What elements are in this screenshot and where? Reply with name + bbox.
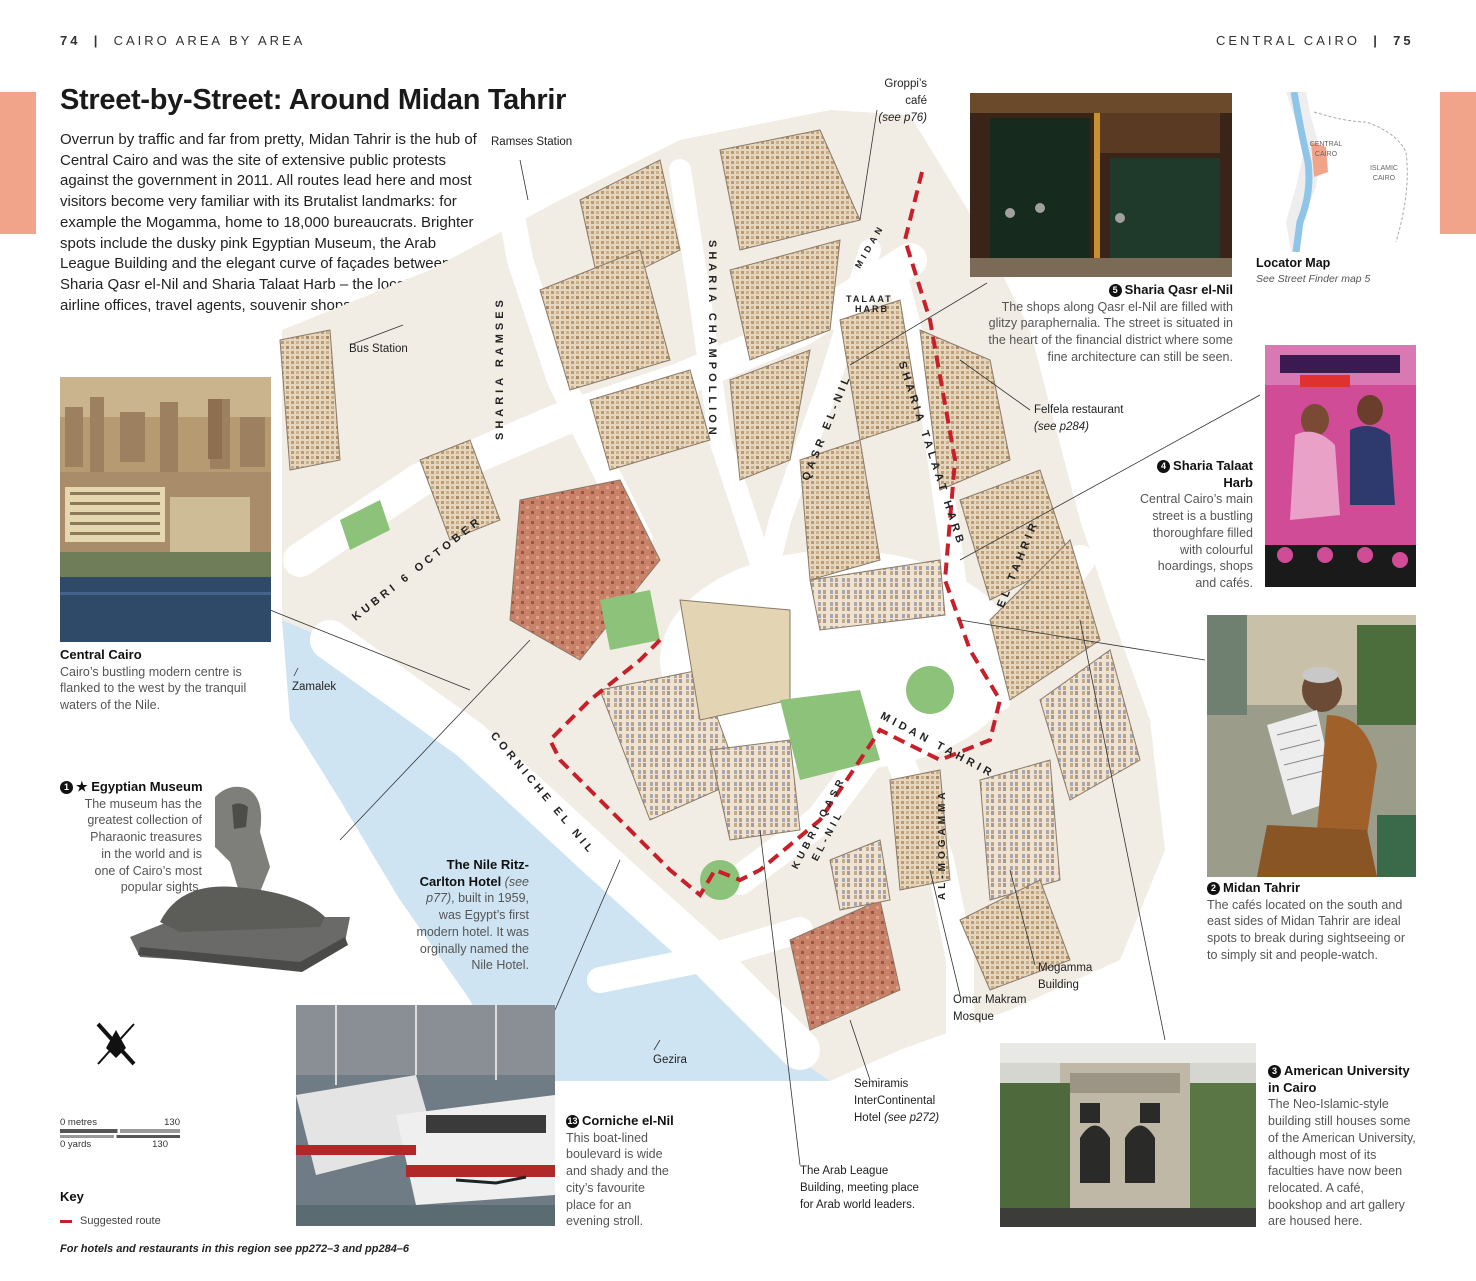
american-university-photo xyxy=(1000,1043,1256,1227)
locator-label-central: CENTRAL CAIRO xyxy=(1309,141,1343,158)
label-omar-makram: Omar Makram Mosque xyxy=(953,994,1027,1023)
label-arab-league: The Arab League Building, meeting place … xyxy=(800,1165,919,1211)
corniche-boats-photo xyxy=(296,1005,555,1226)
central-cairo-photo xyxy=(60,377,271,642)
street-label-champollion: SHARIA CHAMPOLLION xyxy=(706,240,718,439)
street-label-al-mogamma: AL-MOGAMMA xyxy=(937,788,948,900)
label-mogamma-building: Mogamma Building xyxy=(1038,962,1093,991)
locator-title: Locator Map xyxy=(1256,256,1331,270)
midan-tahrir-photo xyxy=(1207,615,1416,877)
caption-talaat-harb: 4 Sharia Talaat Harb Central Cairo’s main… xyxy=(1139,458,1253,590)
footer-note: For hotels and restaurants in this regio… xyxy=(60,1243,410,1255)
caption-central-cairo: Central Cairo Cairo’s bustling modern ce… xyxy=(60,647,247,713)
label-zamalek: Zamalek xyxy=(292,681,337,693)
qasr-el-nil-photo xyxy=(970,93,1232,277)
scale-bar: 0 metres 130 0 yards 130 xyxy=(60,1117,180,1150)
label-gezira: Gezira xyxy=(653,1054,687,1066)
label-felfela: Felfela restaurant (see p284) xyxy=(1034,404,1124,433)
key-suggested-route: Suggested route xyxy=(60,1215,161,1227)
compass-north-icon xyxy=(96,1022,136,1066)
caption-egyptian-museum: 1 ★ Egyptian Museum The museum has the gr… xyxy=(60,779,210,896)
label-ramses-station: Ramses Station xyxy=(491,136,573,148)
caption-qasr-el-nil: 5 Sharia Qasr el-Nil The shops along Qasr… xyxy=(988,282,1233,364)
caption-midan-tahrir: 2 Midan Tahrir The cafés located on the s… xyxy=(1207,880,1406,962)
label-groppi: Groppi’s café (see p76) xyxy=(878,78,927,124)
locator-subtitle: See Street Finder map 5 xyxy=(1256,273,1371,285)
key-title: Key xyxy=(60,1189,84,1204)
locator-map: CENTRAL CAIRO ISLAMIC CAIRO xyxy=(1256,92,1416,252)
caption-corniche-el-nil: 13 Corniche el-Nil This boat-lined boulev… xyxy=(566,1113,674,1229)
street-label-ramses: SHARIA RAMSES xyxy=(494,296,506,440)
street-label-harb: HARB xyxy=(855,304,889,314)
locator-label-islamic: ISLAMIC CAIRO xyxy=(1369,165,1398,182)
street-label-talaat: TALAAT xyxy=(846,294,893,304)
label-bus-station: Bus Station xyxy=(349,343,408,355)
talaat-harb-poster-photo xyxy=(1265,345,1416,587)
caption-nile-ritz: The Nile Ritz-Carlton Hotel (see p77), b… xyxy=(416,857,529,973)
caption-american-university: 3 American University in Cairo The Neo-Is… xyxy=(1268,1063,1416,1229)
route-swatch xyxy=(60,1219,72,1223)
label-semiramis: Semiramis InterContinental Hotel (see p2… xyxy=(854,1078,940,1124)
